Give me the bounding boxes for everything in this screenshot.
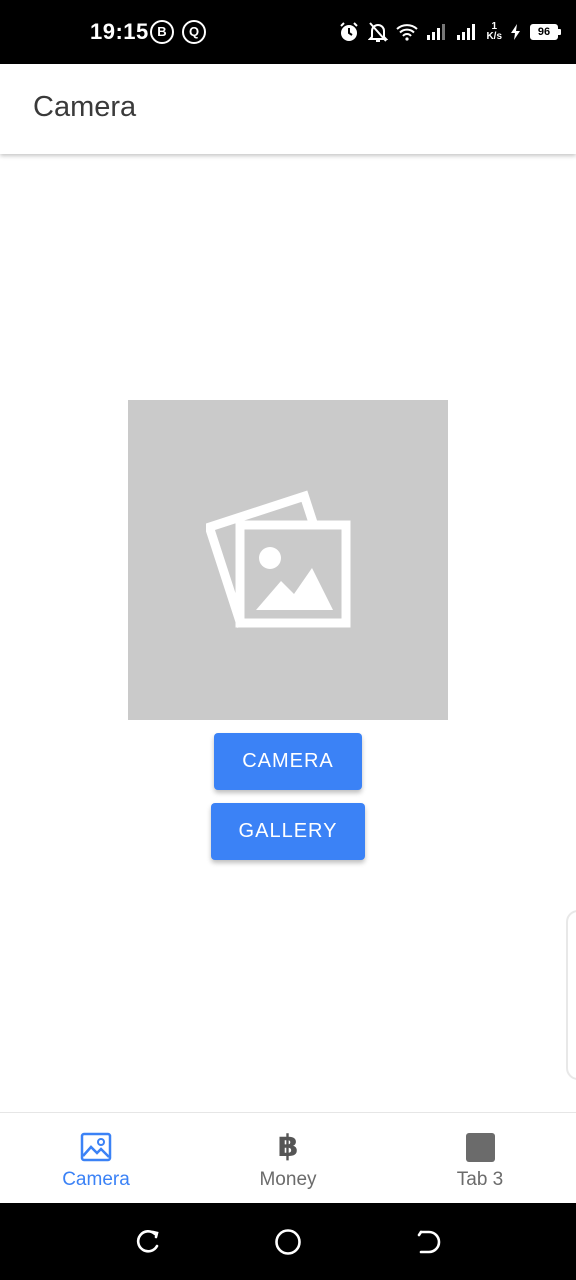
b-badge-icon: B <box>150 20 174 44</box>
image-icon <box>80 1131 112 1163</box>
signal-icon <box>457 24 476 40</box>
gallery-button[interactable]: GALLERY <box>211 803 365 860</box>
status-icons: 1 K/s 96 <box>338 18 561 46</box>
net-speed: 1 K/s <box>486 22 502 42</box>
page-title: Camera <box>33 91 137 123</box>
tab-label-money: Money <box>259 1169 317 1190</box>
main-content: CAMERA GALLERY <box>0 154 576 1112</box>
status-time: 19:15 <box>90 19 149 44</box>
app-bar: Camera <box>0 64 576 154</box>
bitcoin-icon: ฿ <box>277 1130 299 1163</box>
tab-label-3: Tab 3 <box>456 1169 504 1190</box>
signal-icon <box>427 24 446 40</box>
tab-camera[interactable]: Camera <box>0 1113 192 1203</box>
image-preview <box>128 400 448 720</box>
tab-3[interactable]: Tab 3 <box>384 1113 576 1203</box>
battery-icon: 96 <box>530 24 561 40</box>
system-nav-bar <box>0 1203 576 1280</box>
status-bar: 19:15 B Q 1 K/s 96 <box>0 0 576 64</box>
charging-icon <box>511 24 520 40</box>
camera-button[interactable]: CAMERA <box>214 733 362 790</box>
wifi-icon <box>396 24 419 41</box>
net-speed-unit: K/s <box>486 31 502 42</box>
home-icon[interactable] <box>273 1227 303 1257</box>
recent-apps-icon[interactable] <box>133 1227 163 1257</box>
q-badge-icon: Q <box>182 20 206 44</box>
square-icon <box>464 1131 496 1163</box>
bell-off-icon <box>368 22 389 42</box>
alarm-icon <box>340 22 359 41</box>
side-panel-handle[interactable] <box>566 910 576 1080</box>
photos-icon <box>206 490 351 628</box>
tab-label-camera: Camera <box>62 1169 130 1190</box>
bottom-tab-bar: Camera ฿ Money Tab 3 <box>0 1112 576 1203</box>
back-icon[interactable] <box>413 1227 443 1257</box>
tab-money[interactable]: ฿ Money <box>192 1113 384 1203</box>
